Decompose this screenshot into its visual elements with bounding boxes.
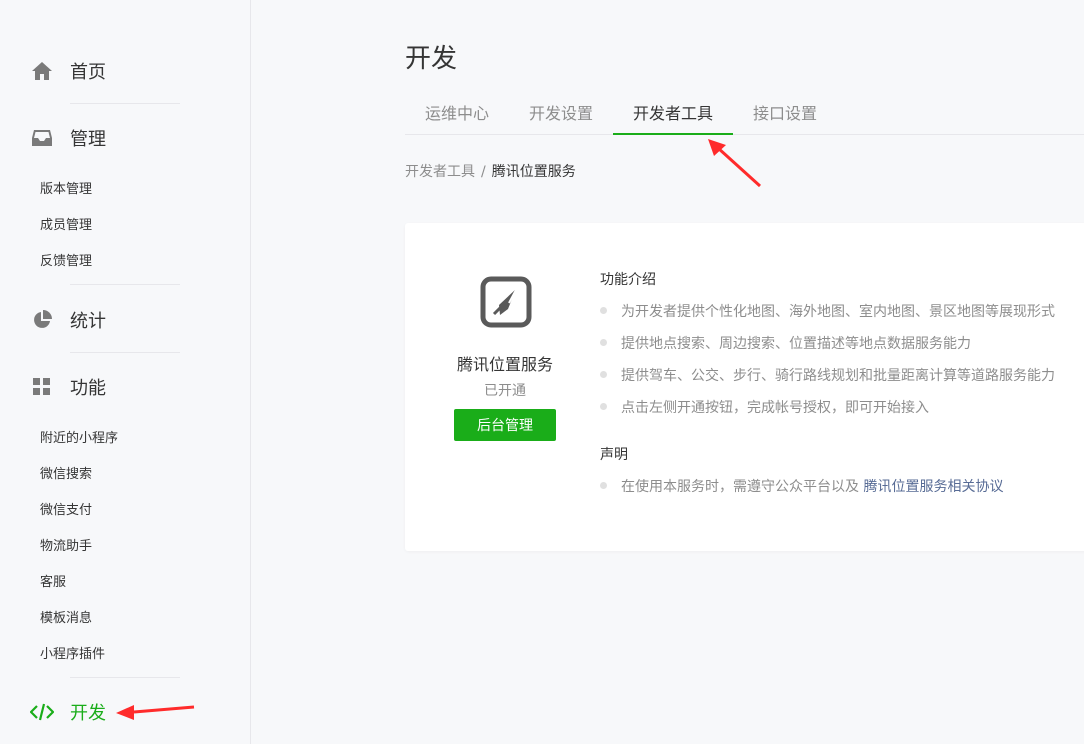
- breadcrumb: 开发者工具 / 腾讯位置服务: [405, 161, 576, 181]
- nav-logistics[interactable]: 物流助手: [40, 535, 92, 554]
- intro-item: 为开发者提供个性化地图、海外地图、室内地图、景区地图等展现形式: [600, 301, 1055, 321]
- bullet-dot: [600, 306, 607, 314]
- divider: [70, 103, 180, 104]
- nav-customer-service[interactable]: 客服: [40, 571, 66, 590]
- service-name: 腾讯位置服务: [456, 355, 553, 374]
- nav-home-label: 首页: [70, 62, 106, 83]
- agreement-link[interactable]: 腾讯位置服务相关协议: [863, 479, 1003, 495]
- intro-item: 提供地点搜索、周边搜索、位置描述等地点数据服务能力: [600, 333, 971, 353]
- inbox-icon: [30, 126, 54, 150]
- pie-chart-icon: [30, 308, 54, 332]
- bullet-dot: [600, 370, 607, 378]
- tab-api-settings[interactable]: 接口设置: [733, 92, 837, 135]
- divider: [70, 352, 180, 353]
- nav-stats-label: 统计: [70, 311, 106, 332]
- admin-button[interactable]: 后台管理: [454, 409, 556, 441]
- tab-dev-settings[interactable]: 开发设置: [509, 92, 613, 135]
- tab-bar: 运维中心 开发设置 开发者工具 接口设置: [405, 92, 1084, 135]
- grid-icon: [30, 375, 54, 399]
- service-card: 腾讯位置服务 已开通 后台管理 功能介绍 为开发者提供个性化地图、海外地图、室内…: [405, 223, 1084, 551]
- breadcrumb-current: 腾讯位置服务: [491, 164, 576, 180]
- service-status: 已开通: [484, 383, 526, 399]
- code-icon: [30, 700, 54, 724]
- divider: [70, 284, 180, 285]
- nav-wechat-pay[interactable]: 微信支付: [40, 499, 92, 518]
- tab-ops-center[interactable]: 运维中心: [405, 92, 509, 135]
- nav-home[interactable]: 首页: [30, 59, 180, 83]
- intro-item: 点击左侧开通按钮，完成帐号授权，即可开始接入: [600, 397, 929, 417]
- breadcrumb-parent[interactable]: 开发者工具: [405, 164, 475, 180]
- nav-plugins[interactable]: 小程序插件: [40, 643, 105, 662]
- nav-stats[interactable]: 统计: [30, 308, 180, 332]
- nav-feedback-manage[interactable]: 反馈管理: [40, 250, 92, 269]
- tab-dev-tools[interactable]: 开发者工具: [613, 92, 733, 135]
- nav-develop[interactable]: 开发: [30, 700, 180, 724]
- nav-features[interactable]: 功能: [30, 375, 180, 399]
- sidebar: 首页 管理 版本管理 成员管理 反馈管理 统计 功能 附近的小程序 微信搜索 微…: [0, 0, 251, 744]
- main-content: 开发 运维中心 开发设置 开发者工具 接口设置 开发者工具 / 腾讯位置服务 腾讯位…: [251, 0, 1084, 744]
- nav-develop-label: 开发: [70, 703, 106, 724]
- nav-features-label: 功能: [70, 378, 106, 399]
- statement-item: 在使用本服务时，需遵守公众平台以及 腾讯位置服务相关协议: [600, 476, 1003, 496]
- bullet-dot: [600, 481, 607, 489]
- nav-template-message[interactable]: 模板消息: [40, 607, 92, 626]
- bullet-dot: [600, 338, 607, 346]
- nav-manage[interactable]: 管理: [30, 126, 180, 150]
- nav-member-manage[interactable]: 成员管理: [40, 214, 92, 233]
- breadcrumb-separator: /: [481, 164, 486, 180]
- statement-title: 声明: [600, 447, 628, 463]
- page-title: 开发: [405, 44, 458, 74]
- nav-manage-label: 管理: [70, 129, 106, 150]
- home-icon: [30, 59, 54, 83]
- compass-icon: [480, 276, 532, 328]
- intro-title: 功能介绍: [600, 272, 656, 288]
- nav-nearby-miniprogram[interactable]: 附近的小程序: [40, 427, 118, 446]
- nav-version-manage[interactable]: 版本管理: [40, 178, 92, 197]
- bullet-dot: [600, 402, 607, 410]
- nav-wechat-search[interactable]: 微信搜索: [40, 463, 92, 482]
- divider: [70, 677, 180, 678]
- intro-item: 提供驾车、公交、步行、骑行路线规划和批量距离计算等道路服务能力: [600, 365, 1055, 385]
